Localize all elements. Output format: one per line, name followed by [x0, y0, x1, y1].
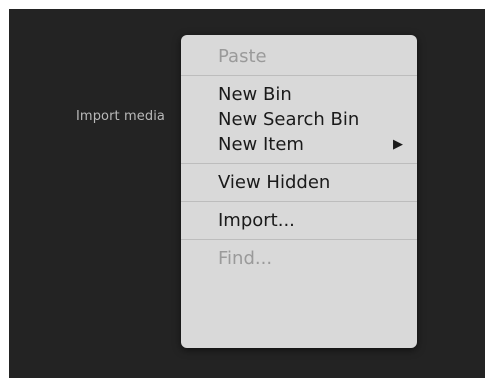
- import-media-hint: Import media: [76, 109, 165, 124]
- menu-item-new-item[interactable]: New Item ▶: [181, 132, 417, 157]
- triangle-right-icon: ▶: [393, 137, 403, 152]
- context-menu: Paste New Bin New Search Bin New Item ▶ …: [181, 35, 417, 348]
- menu-item-view-hidden[interactable]: View Hidden: [181, 170, 417, 195]
- menu-item-new-search-bin[interactable]: New Search Bin: [181, 107, 417, 132]
- menu-item-paste: Paste: [218, 46, 267, 67]
- menu-separator: [181, 239, 417, 240]
- menu-separator: [181, 201, 417, 202]
- menu-separator: [181, 163, 417, 164]
- menu-item-new-item-label: New Item: [218, 134, 304, 155]
- menu-item-new-bin[interactable]: New Bin: [181, 82, 417, 107]
- menu-item-import[interactable]: Import...: [181, 208, 417, 233]
- menu-separator: [181, 75, 417, 76]
- menu-item-find: Find...: [218, 248, 273, 269]
